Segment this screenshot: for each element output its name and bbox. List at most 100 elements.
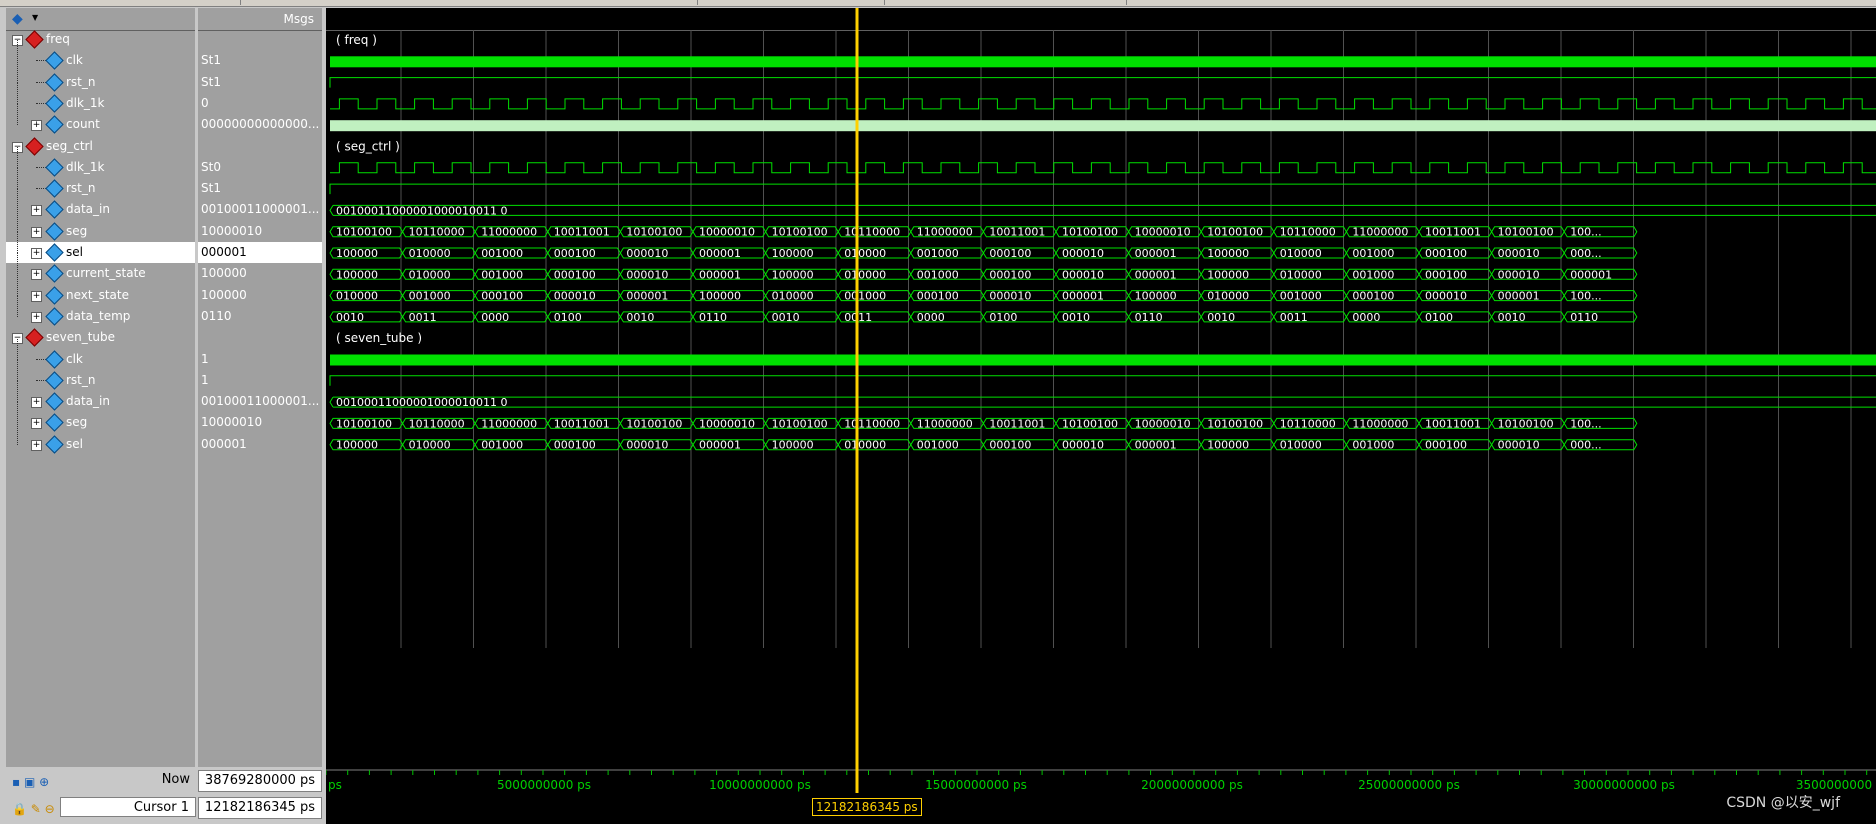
signal-row-current-state[interactable]: + current_state	[6, 253, 195, 284]
signal-value-text: 0	[201, 95, 209, 110]
expand-icon[interactable]: +	[31, 418, 42, 430]
group-label: ( seven_tube )	[336, 331, 422, 345]
next-state-value: 000100	[917, 290, 959, 303]
signal-row-rst-n[interactable]: rst_n	[6, 61, 195, 93]
time-ruler-canvas: ps 5000000000 ps 10000000000 ps 15000000000…	[326, 767, 1876, 793]
current-state-value: 000001	[1135, 268, 1177, 281]
signal-value: 1	[198, 370, 322, 391]
current-state-value: 010000	[409, 268, 451, 281]
seg-value: 10100100	[1498, 226, 1554, 239]
time-ruler[interactable]: ps 5000000000 ps 10000000000 ps 15000000000…	[326, 767, 1876, 824]
data-in-value: 00100011000001000010011 0	[336, 396, 507, 409]
signal-row-seg[interactable]: + seg	[6, 210, 195, 242]
signal-icon	[45, 264, 64, 283]
signal-row-freq[interactable]: − freq	[6, 29, 195, 50]
tree-line	[17, 210, 18, 232]
cursor-value: 12182186345 ps	[198, 797, 322, 819]
signal-row-seven-tube[interactable]: − seven_tube	[6, 327, 195, 348]
data-temp-value: 0110	[1135, 311, 1163, 324]
chevron-down-icon[interactable]: ▼	[32, 13, 38, 22]
tree-line	[17, 189, 18, 211]
expand-icon[interactable]: +	[31, 397, 42, 409]
expand-icon[interactable]: +	[31, 439, 42, 451]
signal-name: seven_tube	[46, 330, 116, 345]
cursor-row[interactable]: 🔒 ✎ ⊖ Cursor 1 12182186345 ps	[6, 797, 322, 819]
group-icon	[25, 30, 44, 49]
data-temp-value: 0011	[409, 311, 437, 324]
signal-value	[198, 29, 322, 50]
data-in-value: 00100011000001000010011 0	[336, 204, 507, 217]
data-temp-value: 0010	[1498, 311, 1526, 324]
seg-value: 10110000	[409, 226, 465, 239]
seg-value: 11000000	[1352, 226, 1408, 239]
signal-row-rst-n[interactable]: rst_n	[6, 359, 195, 391]
sel-value: 001000	[917, 247, 959, 260]
signal-name: next_state	[66, 287, 129, 302]
signal-row-data-temp[interactable]: + data_temp	[6, 295, 195, 327]
data-temp-value: 0110	[699, 311, 727, 324]
wave-toolbar-icon[interactable]: ◆	[12, 11, 23, 27]
expand-icon[interactable]: +	[31, 248, 42, 259]
signal-name: rst_n	[66, 372, 96, 387]
signal-row-dlk-1k[interactable]: dlk_1k	[6, 146, 195, 178]
lock-icon[interactable]: 🔒 ✎ ⊖	[12, 799, 55, 819]
seg-value: 10100100	[1062, 226, 1118, 239]
dlk-1k-waveform	[330, 98, 1876, 110]
signal-value: 0110	[198, 306, 322, 327]
signal-row-rst-n[interactable]: rst_n	[6, 168, 195, 199]
waveform-pane[interactable]: ( freq ) ( seg_ctrl ) ( seven_tube ) 101001…	[326, 8, 1876, 767]
expand-icon[interactable]: +	[31, 290, 42, 302]
signal-value: 100000	[198, 285, 322, 306]
signal-row-clk[interactable]: clk	[6, 338, 195, 370]
signal-row-data-in[interactable]: + data_in	[6, 189, 195, 220]
seg-value: 10110000	[409, 417, 465, 430]
group-label: ( freq )	[336, 33, 377, 47]
signal-row-data-in[interactable]: + data_in	[6, 381, 195, 412]
current-state-value: 001000	[481, 268, 523, 281]
tree-line	[17, 423, 18, 445]
cursor-name[interactable]: Cursor 1	[60, 797, 196, 817]
seg-value: 10110000	[844, 417, 900, 430]
next-state-value: 001000	[844, 290, 886, 303]
signal-name: clk	[66, 53, 83, 68]
next-state-value: 000001	[1062, 290, 1104, 303]
seg-value: 10100100	[1062, 417, 1118, 430]
signal-value: 000001	[198, 434, 322, 455]
signal-row-clk[interactable]: clk	[6, 40, 195, 71]
next-state-value: 010000	[1207, 290, 1249, 303]
signal-value: 00000000000000...	[198, 114, 322, 135]
signal-row-seg-ctrl[interactable]: − seg_ctrl	[6, 136, 195, 157]
next-state-value: 000100	[1352, 290, 1394, 303]
signal-value-text: 00100011000001...	[201, 394, 320, 409]
expand-icon[interactable]: +	[31, 269, 42, 281]
signal-row-sel[interactable]: + sel	[6, 423, 195, 455]
expand-icon[interactable]: +	[31, 205, 42, 217]
sel-value: 100000	[336, 247, 378, 260]
seg-value: 11000000	[481, 226, 537, 239]
signal-row-dlk-1k[interactable]: dlk_1k	[6, 82, 195, 114]
waveform-canvas[interactable]: ( freq ) ( seg_ctrl ) ( seven_tube ) 101001…	[326, 8, 1876, 767]
expand-icon[interactable]: +	[31, 120, 42, 132]
current-state-value: 000100	[554, 268, 596, 281]
cursor-flag[interactable]: 12182186345 ps	[812, 798, 922, 816]
signal-row-seg[interactable]: + seg	[6, 402, 195, 433]
signal-value-text: St0	[201, 159, 221, 174]
signal-name: dlk_1k	[66, 159, 105, 174]
current-state-value: 000100	[989, 268, 1031, 281]
expand-icon[interactable]: +	[31, 311, 42, 323]
signal-icon	[45, 72, 64, 92]
signal-value-text: 10000010	[201, 223, 263, 238]
tree-line	[17, 82, 18, 104]
tree-line	[17, 338, 18, 360]
signal-row-count[interactable]: + count	[6, 104, 195, 135]
signal-icon	[45, 371, 64, 390]
signal-row-sel[interactable]: + sel	[6, 232, 195, 263]
expand-icon[interactable]: +	[31, 226, 42, 238]
signal-row-next-state[interactable]: + next_state	[6, 274, 195, 306]
signal-icon	[45, 200, 64, 220]
toolbar-icons[interactable]: ▪ ▣ ⊕	[12, 772, 49, 792]
current-state-value: 000010	[1062, 268, 1104, 281]
current-state-value: 100000	[772, 268, 814, 281]
sel-value: 010000	[1280, 247, 1322, 260]
signal-names-pane: ◆ ▼ − freq clk rst_n dlk_1k + count − seg_ctrl dl…	[6, 8, 195, 767]
